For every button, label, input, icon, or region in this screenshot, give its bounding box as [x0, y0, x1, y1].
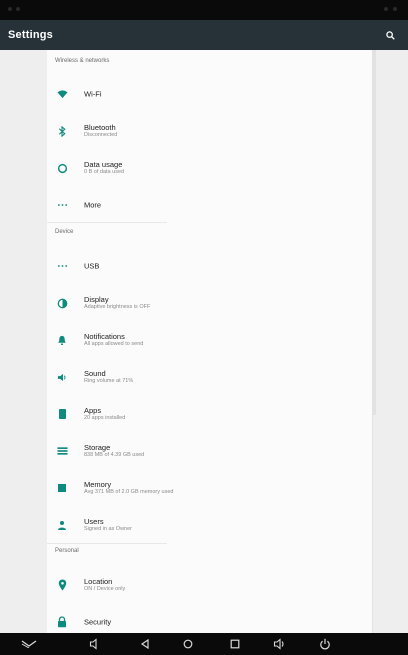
settings-item-summary: ON / Device only [84, 586, 126, 592]
apps-icon [56, 408, 68, 420]
search-button[interactable] [380, 25, 400, 45]
scrollbar[interactable] [372, 50, 376, 415]
search-icon [385, 30, 395, 40]
section-divider [47, 543, 167, 544]
settings-item-title: Apps [84, 406, 102, 415]
status-bar [0, 0, 408, 20]
settings-item-title: Display [84, 295, 109, 304]
home-icon [183, 639, 193, 649]
settings-item-summary: All apps allowed to send [84, 341, 144, 347]
power-button[interactable] [317, 636, 333, 652]
settings-item-apps[interactable]: Apps 20 apps installed [47, 399, 372, 429]
data-usage-icon [56, 162, 68, 174]
settings-item-security[interactable]: Security [47, 607, 372, 633]
settings-item-memory[interactable]: Memory Avg 371 MB of 2.0 GB memory used [47, 473, 372, 503]
memory-icon [56, 482, 68, 494]
settings-item-summary: Signed in as Owner [84, 526, 132, 532]
volume-up-button[interactable] [272, 636, 288, 652]
status-indicator-icon [384, 7, 388, 11]
settings-item-title: Data usage [84, 160, 123, 169]
settings-item-title: Security [84, 617, 112, 627]
settings-item-more[interactable]: More [47, 190, 372, 220]
settings-item-title: Notifications [84, 332, 125, 341]
settings-item-summary: Ring volume at 71% [84, 378, 134, 384]
status-indicator-icon [16, 7, 20, 11]
bluetooth-icon [56, 125, 68, 137]
settings-item-summary: 838 MB of 4.39 GB used [84, 452, 145, 458]
wifi-icon [56, 88, 68, 100]
security-icon [56, 616, 68, 628]
recents-icon [230, 639, 240, 649]
volume-down-icon [89, 638, 97, 650]
users-icon [56, 519, 68, 531]
home-button[interactable] [180, 636, 196, 652]
settings-item-summary: Adaptive brightness is OFF [84, 304, 151, 310]
settings-item-title: Location [84, 577, 113, 586]
location-icon [56, 579, 68, 591]
section-header-personal: Personal [55, 548, 79, 554]
recents-button[interactable] [227, 636, 243, 652]
settings-item-title: More [84, 200, 102, 210]
settings-item-usb[interactable]: USB [47, 251, 372, 281]
section-divider [47, 222, 167, 223]
sound-icon [56, 371, 68, 383]
settings-item-summary: 0 B of data used [84, 169, 125, 175]
settings-item-location[interactable]: Location ON / Device only [47, 570, 372, 600]
settings-list[interactable]: Wireless & networks Wi-Fi Bluetooth Disc… [47, 50, 373, 633]
settings-item-wifi[interactable]: Wi-Fi [47, 79, 372, 109]
notifications-icon [56, 334, 68, 346]
app-bar: Settings [0, 20, 408, 50]
settings-item-title: Memory [84, 480, 112, 489]
settings-item-title: Storage [84, 443, 111, 452]
settings-item-summary: Avg 371 MB of 2.0 GB memory used [84, 489, 174, 495]
section-header-wireless: Wireless & networks [55, 58, 110, 64]
settings-item-title: Wi-Fi [84, 89, 102, 99]
back-button[interactable] [137, 636, 153, 652]
storage-icon [56, 445, 68, 457]
settings-item-display[interactable]: Display Adaptive brightness is OFF [47, 288, 372, 318]
status-indicator-icon [8, 7, 12, 11]
settings-content[interactable]: Wireless & networks Wi-Fi Bluetooth Disc… [0, 50, 408, 633]
settings-item-data-usage[interactable]: Data usage 0 B of data used [47, 153, 372, 183]
settings-item-storage[interactable]: Storage 838 MB of 4.39 GB used [47, 436, 372, 466]
status-indicator-icon [393, 7, 397, 11]
settings-item-title: Sound [84, 369, 106, 378]
settings-item-summary: 20 apps installed [84, 415, 126, 421]
settings-item-summary: Disconnected [84, 132, 118, 138]
settings-item-title: USB [84, 261, 100, 271]
usb-icon [56, 260, 68, 272]
settings-item-title: Users [84, 517, 104, 526]
page-title: Settings [8, 29, 53, 41]
chevron-down-icon [21, 640, 37, 648]
power-icon [320, 638, 330, 650]
volume-up-icon [273, 638, 284, 650]
volume-down-button[interactable] [87, 636, 103, 652]
more-icon [56, 199, 68, 211]
settings-item-users[interactable]: Users Signed in as Owner [47, 510, 372, 540]
hide-keyboard-button[interactable] [21, 636, 37, 652]
settings-item-notifications[interactable]: Notifications All apps allowed to send [47, 325, 372, 355]
navigation-bar [0, 633, 408, 655]
settings-item-bluetooth[interactable]: Bluetooth Disconnected [47, 116, 372, 146]
settings-item-title: Bluetooth [84, 123, 116, 132]
section-header-device: Device [55, 229, 74, 235]
display-icon [56, 297, 68, 309]
back-icon [140, 639, 149, 649]
settings-item-sound[interactable]: Sound Ring volume at 71% [47, 362, 372, 392]
